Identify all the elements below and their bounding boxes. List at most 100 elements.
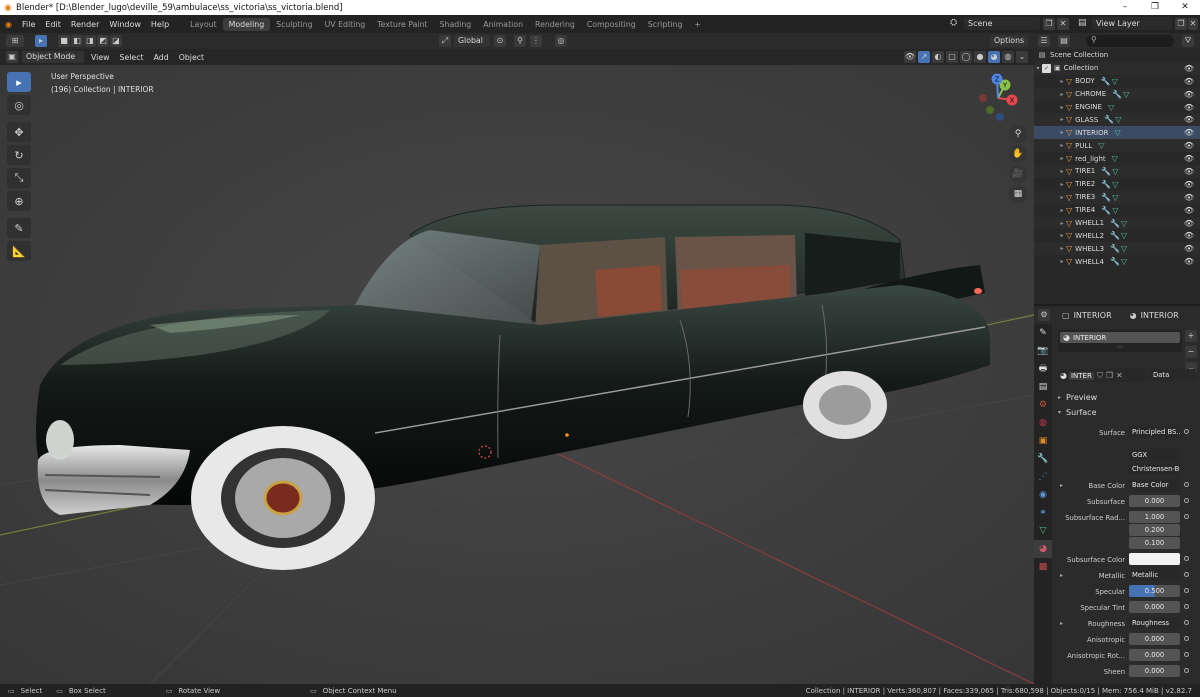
chevron-right-icon[interactable]: ▸ [1058,194,1066,201]
modifier-wrench-icon[interactable]: 🔧 [1110,244,1120,253]
outliner-filter-icon[interactable]: ⛛ [1182,35,1194,47]
menu-help[interactable]: Help [146,20,174,29]
outliner-item[interactable]: ▸ ▽ WHELL4 🔧 ▽ 👁 [1034,255,1200,268]
eye-icon[interactable]: 👁 [1184,141,1194,150]
output-tab-icon[interactable]: 🖶 [1034,360,1052,378]
outliner-collection[interactable]: ▾ ✓ ▣ Collection 👁 [1034,61,1200,75]
cursor-tool-icon[interactable]: ◎ [7,95,31,115]
editor-type-icon[interactable]: ⊞ [6,35,24,47]
mesh-data-icon[interactable]: ▽ [1121,231,1127,240]
data-tab-icon[interactable]: ▽ [1034,522,1052,540]
resize-handle[interactable]: :::: [1058,345,1182,350]
outliner-item[interactable]: ▸ ▽ BODY 🔧 ▽ 👁 [1034,75,1200,88]
menu-select[interactable]: Select [115,53,149,62]
xray-toggle-icon[interactable]: ▢ [946,51,958,63]
mesh-data-icon[interactable]: ▽ [1112,154,1118,163]
display-mode-icon[interactable]: ▤ [1058,35,1070,47]
mesh-data-icon[interactable]: ▽ [1123,90,1129,99]
zoom-icon[interactable]: ⚲ [1009,125,1027,143]
outliner-scene-collection[interactable]: ▤ Scene Collection [1034,49,1200,62]
property-value[interactable]: Roughness [1129,617,1180,629]
modifier-wrench-icon[interactable]: 🔧 [1101,193,1111,202]
eye-icon[interactable]: 👁 [1184,180,1194,189]
tab-modeling[interactable]: Modeling [222,17,271,31]
texture-tab-icon[interactable]: ▩ [1034,558,1052,576]
world-tab-icon[interactable]: ◍ [1034,414,1052,432]
property-value[interactable]: Metallic [1129,569,1180,581]
eye-icon[interactable]: 👁 [1184,103,1194,112]
outliner-item[interactable]: ▸ ▽ GLASS 🔧 ▽ 👁 [1034,113,1200,127]
outliner-item[interactable]: ▸ ▽ TIRE4 🔧 ▽ 👁 [1034,204,1200,217]
shading-rendered-icon[interactable]: ◍ [1002,51,1014,63]
eye-icon[interactable]: 👁 [1184,231,1194,240]
mesh-data-icon[interactable]: ▽ [1098,141,1104,150]
new-scene-icon[interactable]: ❐ [1043,18,1055,30]
eye-icon[interactable]: 👁 [1184,219,1194,228]
select-mode-new-icon[interactable]: ■ [58,35,70,47]
property-value[interactable]: 0.000 [1129,649,1180,661]
property-value[interactable]: 1.000 [1129,511,1180,523]
remove-slot-icon[interactable]: − [1185,346,1197,358]
outliner-item[interactable]: ▸ ▽ ENGINE ▽ 👁 [1034,101,1200,114]
modifier-wrench-icon[interactable]: 🔧 [1110,257,1120,266]
outliner-item[interactable]: ▸ ▽ WHELL3 🔧 ▽ 👁 [1034,242,1200,256]
outliner-item[interactable]: ▸ ▽ TIRE2 🔧 ▽ 👁 [1034,178,1200,191]
property-slider[interactable]: 0.500 [1129,585,1180,597]
mesh-data-icon[interactable]: ▽ [1114,128,1120,137]
new-view-layer-icon[interactable]: ❐ [1175,18,1187,30]
material-name-field[interactable]: INTER [1068,371,1094,380]
material-slot-list[interactable]: ◕ INTERIOR :::: [1058,330,1182,352]
outliner-editor-icon[interactable]: ☰ [1038,35,1050,47]
checkbox-icon[interactable]: ✓ [1042,63,1051,73]
select-mode-subtract-icon[interactable]: ◨ [84,35,96,47]
minimize-button[interactable]: – [1110,0,1140,15]
chevron-down-icon[interactable]: ▾ [1034,65,1042,72]
outliner-item[interactable]: ▸ ▽ red_light ▽ 👁 [1034,152,1200,165]
property-value[interactable]: 0.000 [1129,495,1180,507]
chevron-right-icon[interactable]: ▸ [1058,91,1066,98]
mode-dropdown[interactable]: Object Mode [22,51,84,63]
chevron-right-icon[interactable]: ▸ [1060,620,1063,627]
outliner-item[interactable]: ▸ ▽ WHELL2 🔧 ▽ 👁 [1034,229,1200,242]
visibility-icon[interactable]: 👁 [904,51,916,63]
socket-dot-icon[interactable] [1184,604,1189,609]
chevron-right-icon[interactable]: ▸ [1058,116,1066,123]
socket-dot-icon[interactable] [1184,514,1189,519]
menu-window[interactable]: Window [104,20,146,29]
add-workspace-button[interactable]: + [688,18,707,31]
properties-editor-icon[interactable]: ⚙ [1038,309,1050,321]
menu-view[interactable]: View [86,53,115,62]
eye-icon[interactable]: 👁 [1184,206,1194,215]
mesh-data-icon[interactable]: ▽ [1112,193,1118,202]
chevron-right-icon[interactable]: ▸ [1060,572,1063,579]
eye-icon[interactable]: 👁 [1184,77,1194,86]
close-button[interactable]: ✕ [1170,0,1200,15]
property-value[interactable]: 0.200 [1129,524,1180,536]
outliner-item[interactable]: ▸ ▽ CHROME 🔧 ▽ 👁 [1034,87,1200,101]
tab-compositing[interactable]: Compositing [581,18,642,31]
eye-icon[interactable]: 👁 [1184,154,1194,163]
property-value[interactable]: Christensen-Bu... [1129,463,1180,475]
annotate-tool-icon[interactable]: ✎ [7,218,31,238]
tool-tab-icon[interactable]: ✎ [1034,324,1052,342]
outliner-item[interactable]: ▸ ▽ WHELL1 🔧 ▽ 👁 [1034,216,1200,230]
socket-dot-icon[interactable] [1184,636,1189,641]
outliner-search-input[interactable]: ⚲ [1086,35,1174,47]
property-value[interactable]: GGX [1129,449,1180,461]
socket-dot-icon[interactable] [1184,668,1189,673]
mesh-data-icon[interactable]: ▽ [1108,103,1114,112]
preview-panel-header[interactable]: ▸ Preview [1058,391,1198,403]
mesh-data-icon[interactable]: ▽ [1115,115,1121,124]
mesh-data-icon[interactable]: ▽ [1112,167,1118,176]
chevron-right-icon[interactable]: ▸ [1058,207,1066,214]
socket-dot-icon[interactable] [1184,588,1189,593]
maximize-button[interactable]: ❐ [1140,0,1170,15]
menu-edit[interactable]: Edit [40,20,66,29]
property-value[interactable]: Principled BS... [1129,426,1180,438]
ortho-grid-icon[interactable]: ▦ [1009,185,1027,203]
chevron-right-icon[interactable]: ▸ [1058,245,1066,252]
view-layer-selector[interactable]: View Layer [1092,17,1172,30]
eye-icon[interactable]: 👁 [1184,115,1194,124]
scale-tool-icon[interactable]: ⤡ [7,168,31,188]
surface-panel-header[interactable]: ▾ Surface [1058,406,1198,418]
